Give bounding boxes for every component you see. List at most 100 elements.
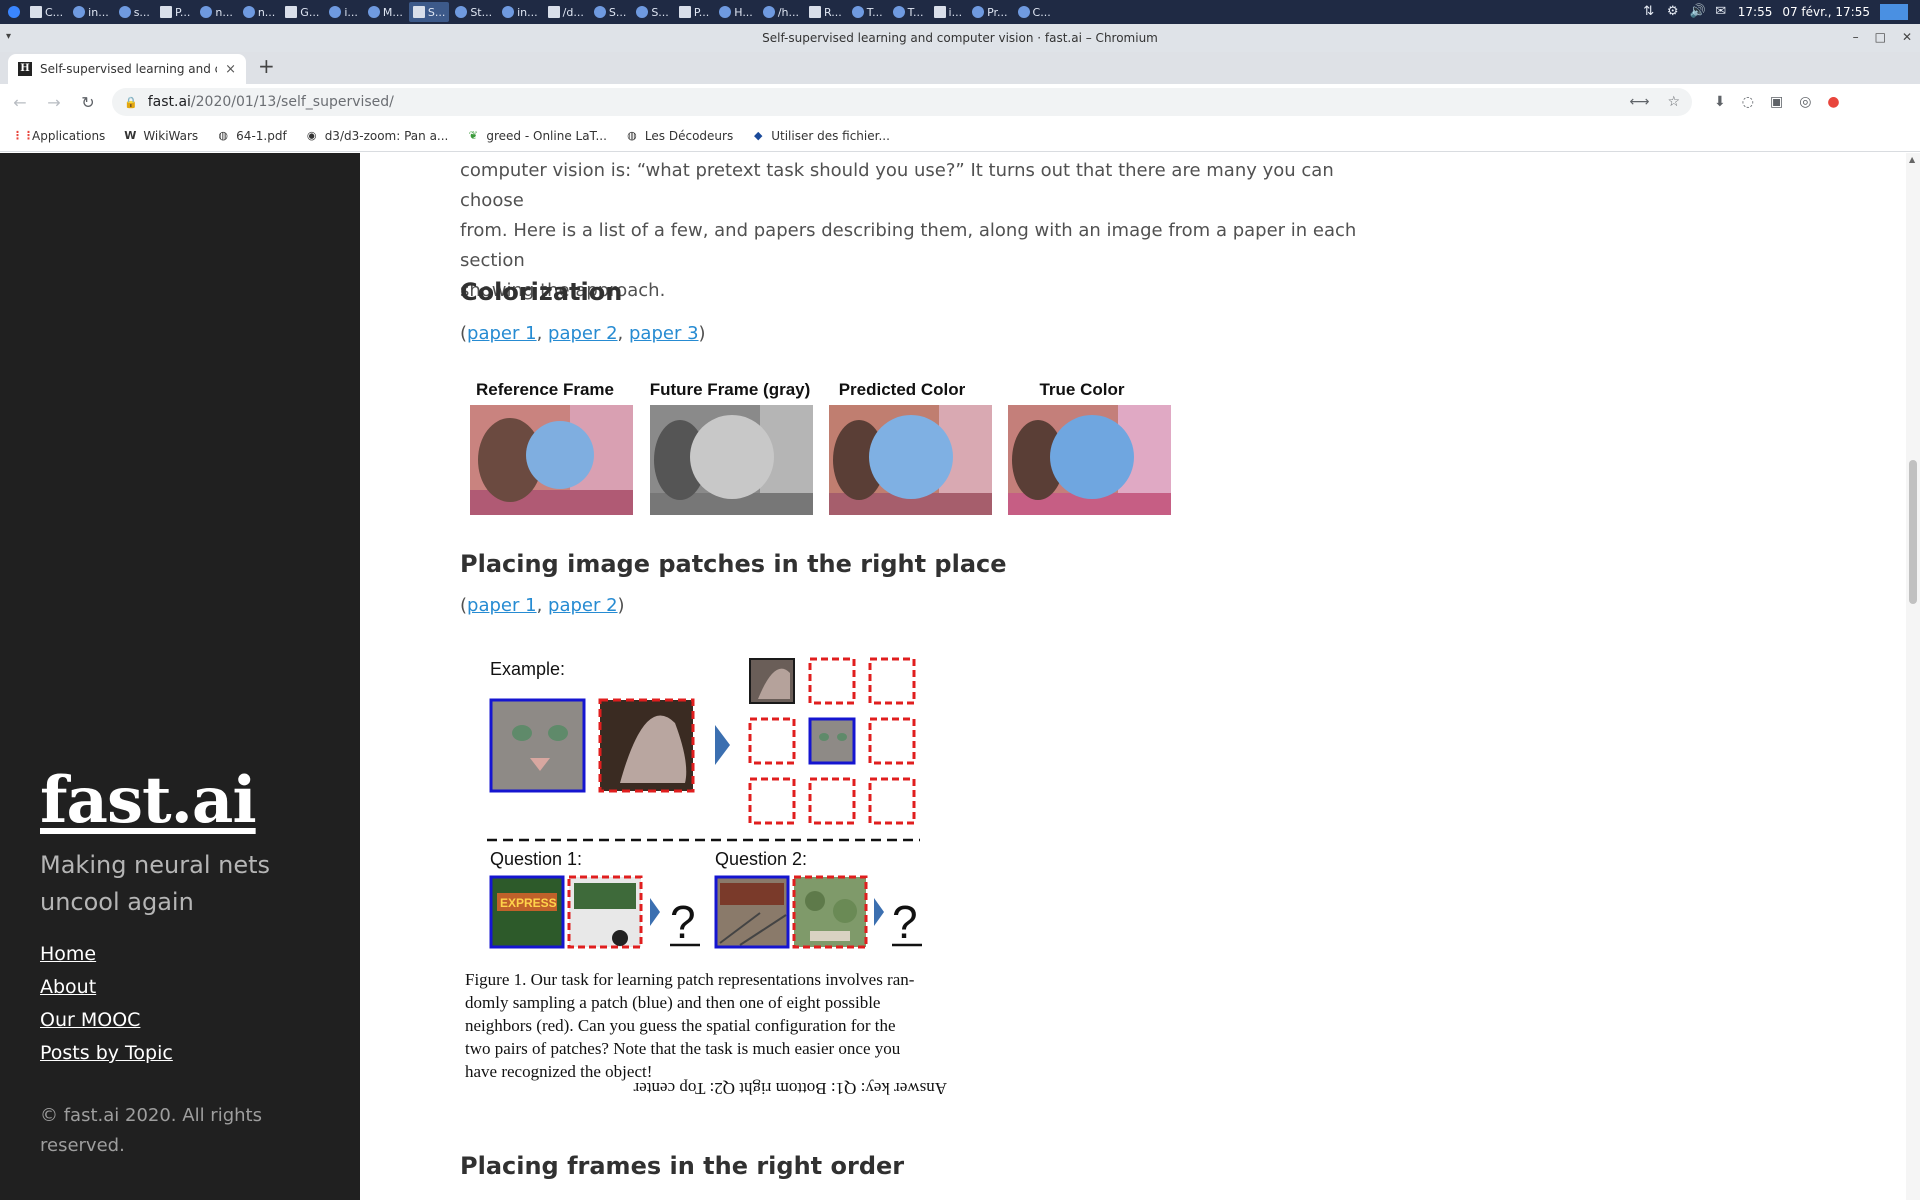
address-bar[interactable]: 🔒 fast.ai/2020/01/13/self_supervised/ ⟷ … — [112, 88, 1692, 116]
download-icon[interactable]: ⬇ — [1714, 94, 1726, 110]
example-label: Example: — [490, 659, 565, 679]
new-tab-button[interactable]: + — [258, 54, 275, 78]
caption-line: two pairs of patches? Note that the task… — [465, 1039, 901, 1058]
paper-link[interactable]: paper 1 — [467, 595, 537, 616]
taskbar-item-label: n... — [215, 5, 233, 19]
taskbar-window-item[interactable]: T... — [889, 2, 928, 22]
sidebar-item-about[interactable]: About — [40, 976, 173, 998]
taskbar-window-item[interactable]: St... — [451, 2, 496, 22]
taskbar-window-item[interactable]: G... — [281, 2, 323, 22]
taskbar-window-item[interactable]: /d... — [544, 2, 588, 22]
close-window-icon[interactable]: ✕ — [1902, 30, 1912, 44]
taskbar-window-item[interactable]: in... — [498, 2, 542, 22]
taskbar-item-label: C... — [45, 5, 64, 19]
page-scrollbar[interactable]: ▲ — [1906, 153, 1920, 1200]
app-icon — [285, 6, 298, 18]
taskbar-window-item[interactable]: T... — [848, 2, 887, 22]
taskbar-window-item[interactable]: S... — [590, 2, 630, 22]
favicon-icon: H — [18, 62, 32, 76]
site-tagline: Making neural nets uncool again — [40, 851, 271, 916]
taskbar-item-label: P... — [693, 5, 710, 19]
app-icon — [719, 6, 732, 18]
browser-tab[interactable]: H Self-supervised learning and co × — [8, 54, 246, 84]
wikipedia-icon: W — [124, 128, 137, 142]
sidebar-item-mooc[interactable]: Our MOOC — [40, 1009, 173, 1031]
cat-center-patch — [489, 698, 586, 793]
app-icon — [933, 6, 946, 18]
taskbar-item-label: M... — [382, 5, 403, 19]
taskbar-window-item[interactable]: P... — [675, 2, 713, 22]
bookmark-star-icon[interactable]: ☆ — [1667, 94, 1680, 110]
minimize-icon[interactable]: – — [1853, 30, 1859, 44]
bookmark-item[interactable]: ◍ Les Décodeurs — [625, 129, 733, 143]
volume-icon[interactable]: 🔊 — [1690, 5, 1706, 19]
show-desktop-icon[interactable] — [1880, 4, 1908, 20]
network-icon[interactable]: ⇅ — [1642, 5, 1656, 19]
paper-link[interactable]: paper 2 — [548, 323, 618, 344]
bookmark-item[interactable]: ◉ d3/d3-zoom: Pan a... — [305, 129, 449, 143]
bookmark-item[interactable]: ◆ Utiliser des fichier... — [751, 129, 890, 143]
scroll-up-icon[interactable]: ▲ — [1909, 155, 1915, 164]
start-menu-icon[interactable] — [4, 2, 24, 22]
taskbar-item-label: /h... — [777, 5, 799, 19]
taskbar-window-item[interactable]: n... — [196, 2, 236, 22]
arrow-icon — [715, 725, 730, 765]
extension-icon[interactable]: ◌ — [1742, 94, 1754, 110]
taskbar-window-item[interactable]: P... — [156, 2, 194, 22]
paper-link[interactable]: paper 1 — [467, 323, 537, 344]
translate-icon[interactable]: ⟷ — [1629, 94, 1649, 110]
scrollbar-thumb[interactable] — [1909, 460, 1917, 604]
taskbar-window-item[interactable]: H... — [715, 2, 757, 22]
taskbar-window-item[interactable]: n... — [239, 2, 279, 22]
taskbar-window-item[interactable]: /h... — [759, 2, 803, 22]
taskbar-window-item[interactable]: C... — [1014, 2, 1055, 22]
taskbar-window-item[interactable]: C... — [26, 2, 67, 22]
maximize-icon[interactable]: □ — [1875, 30, 1886, 44]
reload-icon[interactable]: ↻ — [78, 93, 98, 112]
taskbar-window-item[interactable]: i... — [930, 2, 967, 22]
paper-link[interactable]: paper 2 — [548, 595, 618, 616]
sidebar-item-topics[interactable]: Posts by Topic — [40, 1042, 173, 1064]
taskbar-window-item[interactable]: i... — [325, 2, 362, 22]
app-icon — [73, 6, 86, 18]
taskbar-item-label: n... — [257, 5, 276, 19]
tab-close-icon[interactable]: × — [225, 62, 236, 77]
taskbar-window-item[interactable]: S... — [408, 2, 450, 22]
bookmark-item[interactable]: ❦ greed - Online LaT... — [466, 129, 607, 143]
app-icon — [972, 6, 985, 18]
question2-patches: ? — [714, 875, 922, 949]
sidebar-item-home[interactable]: Home — [40, 943, 173, 965]
extension-icon[interactable]: ▣ — [1770, 94, 1783, 110]
site-logo[interactable]: fast.ai — [40, 763, 257, 838]
colorization-paper-links: (paper 1, paper 2, paper 3) — [460, 323, 706, 344]
back-icon[interactable]: ← — [10, 93, 30, 112]
taskbar-window-item[interactable]: s... — [115, 2, 154, 22]
window-menu-icon[interactable]: ▾ — [6, 31, 11, 42]
patch-placement-figure: Example: Question 1: Question 2: EXPRESS… — [465, 657, 947, 1098]
taskbar-window-item[interactable]: Pr... — [968, 2, 1011, 22]
paper-link[interactable]: paper 3 — [629, 323, 699, 344]
extension-icon[interactable]: ◎ — [1799, 94, 1811, 110]
taskbar-window-item[interactable]: S... — [632, 2, 672, 22]
app-icon — [455, 6, 468, 18]
globe-icon: ◍ — [218, 128, 228, 142]
taskbar-window-item[interactable]: M... — [364, 2, 407, 22]
app-icon — [1017, 6, 1030, 18]
taskbar-item-label: S... — [608, 5, 627, 19]
taskbar-window-item[interactable]: in... — [69, 2, 113, 22]
tray-clock[interactable]: 17:55 — [1738, 5, 1773, 19]
forward-icon[interactable]: → — [44, 93, 64, 112]
bookmark-item[interactable]: ◍ 64-1.pdf — [216, 128, 286, 143]
taskbar-item-label: s... — [133, 5, 150, 19]
profile-icon[interactable]: ● — [1827, 94, 1839, 110]
figure-label: True Color — [1039, 380, 1125, 399]
mail-icon[interactable]: ✉ — [1714, 5, 1728, 19]
tray-date[interactable]: 07 févr., 17:55 — [1782, 5, 1870, 19]
question-mark: ? — [892, 896, 918, 948]
taskbar-window-item[interactable]: R... — [805, 2, 846, 22]
sidebar: fast.ai Making neural nets uncool again … — [0, 153, 360, 1200]
settings-gear-icon[interactable]: ⚙ — [1666, 5, 1680, 19]
bookmark-item[interactable]: ⋮⋮ Applications — [12, 129, 105, 143]
bookmark-item[interactable]: W WikiWars — [123, 129, 198, 143]
lock-icon[interactable]: 🔒 — [124, 96, 138, 109]
